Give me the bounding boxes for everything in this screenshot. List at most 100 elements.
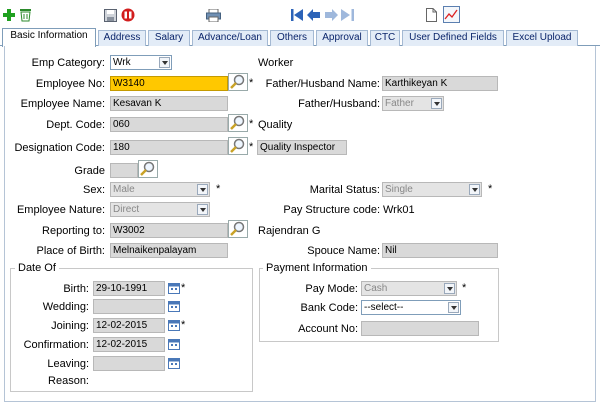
- dept-code-input[interactable]: 060: [110, 117, 228, 132]
- delete-icon[interactable]: [18, 8, 33, 22]
- designation-code-label: Designation Code:: [14, 142, 105, 154]
- wedding-label: Wedding:: [42, 301, 89, 313]
- dept-search-icon[interactable]: [228, 114, 248, 132]
- wedding-date-input[interactable]: [93, 299, 165, 314]
- dept-code-label: Dept. Code:: [46, 119, 105, 131]
- employee-name-input[interactable]: Kesavan K: [110, 96, 228, 111]
- place-of-birth-input[interactable]: Melnaikenpalayam: [110, 243, 228, 258]
- birth-label: Birth:: [63, 283, 89, 295]
- sex-label: Sex:: [82, 184, 105, 196]
- new-document-icon[interactable]: [426, 8, 437, 22]
- report-chart-icon[interactable]: [443, 6, 460, 23]
- pay-structure-code-label: Pay Structure code:: [283, 204, 380, 216]
- father-husband-name-input[interactable]: Karthikeyan K: [382, 76, 498, 91]
- father-husband-select[interactable]: Father: [382, 96, 444, 111]
- employee-search-icon[interactable]: [228, 73, 248, 91]
- employee-no-input[interactable]: W3140: [110, 76, 228, 91]
- sex-select[interactable]: Male: [110, 182, 210, 197]
- dept-description: Quality: [258, 119, 293, 131]
- bank-code-select[interactable]: --select--: [361, 300, 461, 315]
- chevron-down-icon: [159, 57, 170, 68]
- confirmation-label: Confirmation:: [23, 339, 89, 351]
- calendar-icon[interactable]: [168, 319, 180, 331]
- marital-status-label: Marital Status:: [309, 184, 380, 196]
- date-of-legend: Date Of: [15, 262, 59, 274]
- required-mark: *: [488, 183, 493, 195]
- account-no-input[interactable]: [361, 321, 479, 336]
- birth-date-input[interactable]: 29-10-1991: [93, 281, 165, 296]
- employee-name-label: Employee Name:: [20, 98, 105, 110]
- calendar-icon[interactable]: [168, 357, 180, 369]
- tab-others[interactable]: Others: [270, 30, 314, 46]
- father-husband-label: Father/Husband:: [298, 98, 380, 110]
- chevron-down-icon: [448, 302, 459, 313]
- spouce-name-label: Spouce Name:: [307, 245, 380, 257]
- tab-salary[interactable]: Salary: [148, 30, 190, 46]
- designation-code-input[interactable]: 180: [110, 140, 228, 155]
- tab-user-defined-fields[interactable]: User Defined Fields: [402, 30, 504, 46]
- grade-search-icon[interactable]: [138, 160, 158, 178]
- place-of-birth-label: Place of Birth:: [36, 245, 105, 257]
- first-record-icon[interactable]: [291, 9, 304, 21]
- leaving-date-input[interactable]: [93, 356, 165, 371]
- reporting-to-input[interactable]: W3002: [110, 223, 228, 238]
- required-mark: *: [216, 183, 221, 195]
- grade-label: Grade: [74, 165, 105, 177]
- confirmation-date-input[interactable]: 12-02-2015: [93, 337, 165, 352]
- father-husband-name-label: Father/Husband Name:: [265, 78, 380, 90]
- chevron-down-icon: [431, 98, 442, 109]
- tab-basic-information[interactable]: Basic Information: [2, 28, 96, 47]
- tab-excel-upload[interactable]: Excel Upload: [506, 30, 578, 46]
- emp-category-label: Emp Category:: [31, 57, 105, 69]
- tab-advance-loan[interactable]: Advance/Loan: [192, 30, 268, 46]
- joining-date-input[interactable]: 12-02-2015: [93, 318, 165, 333]
- chevron-down-icon: [197, 204, 208, 215]
- chevron-down-icon: [469, 184, 480, 195]
- save-icon[interactable]: [104, 9, 117, 22]
- reporting-to-name: Rajendran G: [258, 225, 321, 237]
- chevron-down-icon: [197, 184, 208, 195]
- last-record-icon[interactable]: [341, 9, 354, 21]
- next-record-icon[interactable]: [325, 9, 338, 21]
- tab-ctc[interactable]: CTC: [370, 30, 400, 46]
- chevron-down-icon: [444, 283, 455, 294]
- bank-code-label: Bank Code:: [300, 302, 358, 314]
- pay-structure-code-value: Wrk01: [383, 204, 415, 216]
- required-mark: *: [181, 319, 186, 331]
- previous-record-icon[interactable]: [307, 9, 320, 21]
- required-mark: *: [462, 282, 467, 294]
- reason-label: Reason:: [48, 375, 89, 387]
- emp-category-select[interactable]: Wrk: [110, 55, 172, 70]
- joining-label: Joining:: [51, 320, 89, 332]
- employee-nature-label: Employee Nature:: [16, 204, 105, 216]
- emp-category-description: Worker: [258, 57, 294, 69]
- print-icon[interactable]: [206, 9, 221, 22]
- spouce-name-input[interactable]: Nil: [382, 243, 498, 258]
- required-mark: *: [249, 118, 254, 130]
- required-mark: *: [249, 141, 254, 153]
- required-mark: *: [249, 77, 254, 89]
- employee-nature-select[interactable]: Direct: [110, 202, 210, 217]
- marital-status-select[interactable]: Single: [382, 182, 482, 197]
- reporting-to-label: Reporting to:: [42, 225, 105, 237]
- payment-information-legend: Payment Information: [263, 262, 371, 274]
- designation-search-icon[interactable]: [228, 137, 248, 155]
- account-no-label: Account No:: [298, 323, 358, 335]
- grade-input[interactable]: [110, 163, 138, 178]
- tab-address[interactable]: Address: [98, 30, 146, 46]
- toolbar: [0, 0, 600, 28]
- pay-mode-label: Pay Mode:: [305, 283, 358, 295]
- calendar-icon[interactable]: [168, 338, 180, 350]
- required-mark: *: [181, 282, 186, 294]
- calendar-icon[interactable]: [168, 300, 180, 312]
- calendar-icon[interactable]: [168, 282, 180, 294]
- tab-approval[interactable]: Approval: [316, 30, 368, 46]
- add-icon[interactable]: [3, 9, 15, 21]
- pay-mode-select[interactable]: Cash: [361, 281, 457, 296]
- cancel-icon[interactable]: [121, 8, 135, 22]
- tab-bar: Basic Information Address Salary Advance…: [0, 28, 600, 47]
- employee-no-label: Employee No:: [35, 78, 105, 90]
- designation-description: Quality Inspector: [257, 140, 347, 155]
- leaving-label: Leaving:: [47, 358, 89, 370]
- reporting-search-icon[interactable]: [228, 220, 248, 238]
